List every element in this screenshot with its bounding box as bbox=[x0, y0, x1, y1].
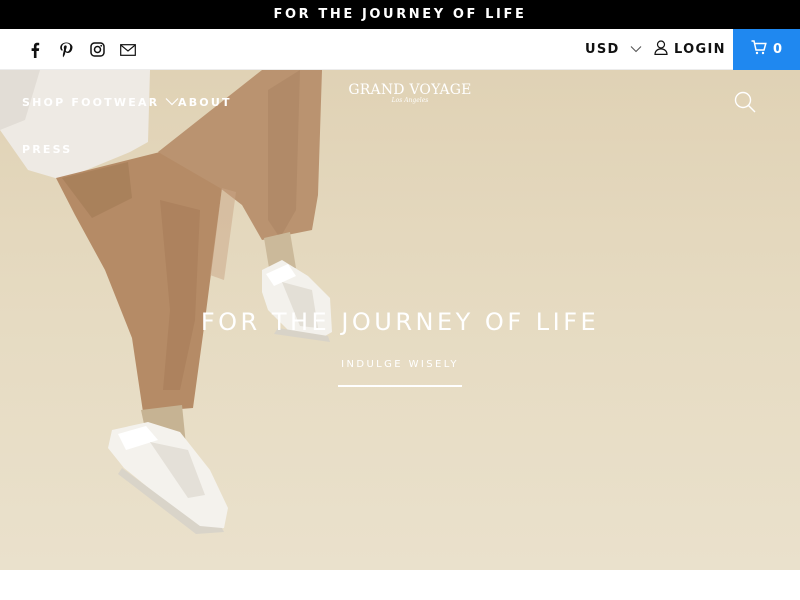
currency-label: USD bbox=[585, 42, 620, 57]
search-icon[interactable] bbox=[734, 91, 756, 117]
social-links bbox=[26, 29, 137, 70]
mail-icon[interactable] bbox=[119, 41, 137, 59]
facebook-icon[interactable] bbox=[26, 41, 44, 59]
nav-shop-footwear[interactable]: SHOP FOOTWEAR bbox=[22, 96, 179, 109]
logo-subtitle: Los Angeles bbox=[391, 97, 429, 104]
nav-about-label: ABOUT bbox=[178, 96, 232, 109]
top-header: USD LOGIN 0 bbox=[0, 29, 800, 70]
nav-shop-footwear-label: SHOP FOOTWEAR bbox=[22, 96, 160, 109]
logo-brand: GRAND VOYAGE bbox=[348, 82, 472, 98]
nav-press-label: PRESS bbox=[22, 143, 73, 156]
login-link[interactable]: LOGIN bbox=[654, 29, 726, 70]
currency-selector[interactable]: USD bbox=[585, 29, 642, 70]
nav-press[interactable]: PRESS bbox=[22, 143, 72, 156]
cart-button[interactable]: 0 bbox=[733, 29, 800, 70]
announcement-text: FOR THE JOURNEY OF LIFE bbox=[273, 7, 527, 22]
hero-banner: SHOP FOOTWEAR ABOUT PRESS GRAND VOYAGE L… bbox=[0, 70, 800, 570]
announcement-bar: FOR THE JOURNEY OF LIFE bbox=[0, 0, 800, 29]
cart-icon bbox=[751, 40, 767, 59]
nav-about[interactable]: ABOUT bbox=[178, 96, 232, 109]
instagram-icon[interactable] bbox=[88, 41, 106, 59]
hero-subtitle[interactable]: INDULGE WISELY bbox=[0, 359, 800, 370]
hero-title: FOR THE JOURNEY OF LIFE bbox=[200, 308, 600, 336]
site-logo[interactable]: GRAND VOYAGE Los Angeles bbox=[340, 82, 480, 104]
chevron-down-icon bbox=[630, 42, 642, 57]
pinterest-icon[interactable] bbox=[57, 41, 75, 59]
cart-count: 0 bbox=[772, 42, 783, 57]
user-icon bbox=[654, 40, 668, 59]
hero-underline bbox=[338, 385, 462, 387]
login-label: LOGIN bbox=[674, 42, 726, 57]
